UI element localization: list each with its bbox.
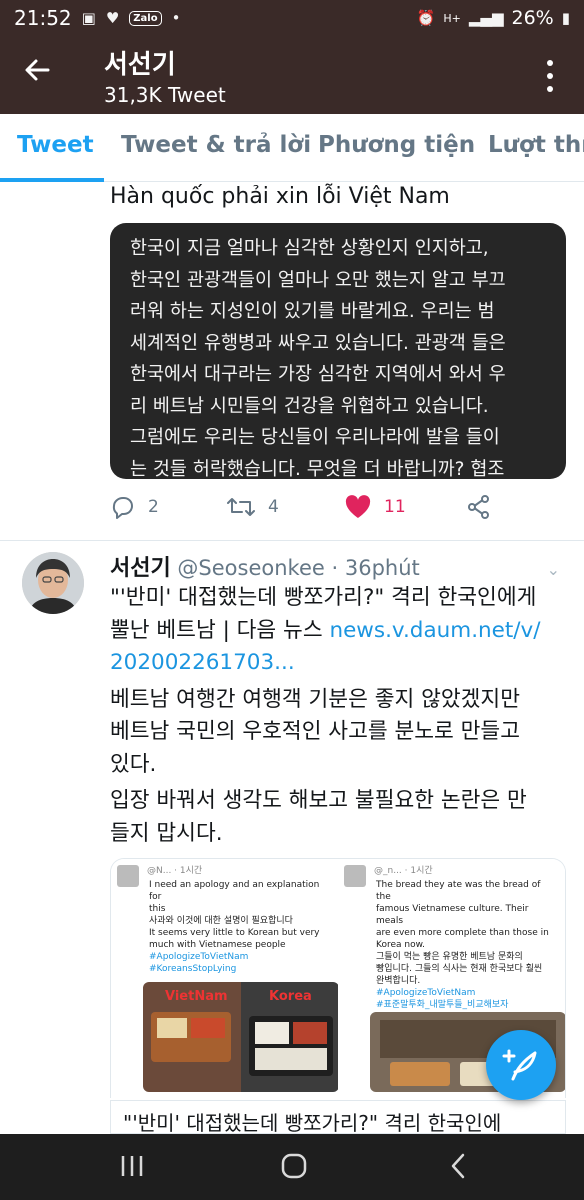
- tweet-line: 들지 맙시다.: [110, 820, 223, 846]
- share-icon: [468, 495, 489, 519]
- screenshot-line: this: [149, 904, 166, 914]
- gallery-icon: ▣: [81, 9, 96, 27]
- active-tab-indicator: [0, 178, 104, 182]
- chevron-down-icon[interactable]: ⌄: [547, 560, 560, 579]
- screenshot-line: are even more complete than those in: [376, 928, 549, 938]
- more-options-icon[interactable]: [540, 56, 560, 96]
- screenshot-line: much with Vietnamese people: [149, 940, 286, 950]
- screenshot-line: Korea now.: [376, 940, 425, 950]
- like-count: 11: [384, 497, 406, 517]
- hashtag: #표준말투화_내말투들_비교해보자: [376, 1000, 509, 1010]
- screenshot-header: @N... · 1시간: [147, 866, 203, 876]
- quote-line: 러워 하는 지성인이 있기를 바랄게요. 우리는 범: [130, 301, 495, 322]
- screenshot-line: The bread they ate was the bread of the: [376, 880, 541, 902]
- retweet-button[interactable]: 4: [226, 494, 279, 520]
- hashtag: #ApologizeToVietNam: [376, 988, 476, 998]
- tweet-actions: 2 4 11: [110, 494, 570, 524]
- heart-filled-icon: [345, 495, 371, 518]
- like-button[interactable]: 11: [344, 494, 406, 520]
- tab-likes[interactable]: Lượt thích: [488, 132, 584, 158]
- tweet-count: 31,3K Tweet: [104, 83, 226, 107]
- quote-line: 세계적인 유행병과 싸우고 있습니다. 관광객 들은: [130, 332, 506, 354]
- screenshot-line: 빵입니다. 그들의 식사는 현재 한국보다 훨씬: [376, 964, 543, 974]
- tweet-divider: [0, 540, 584, 541]
- retweet-count: 4: [268, 497, 279, 517]
- tweet-time: 36phút: [344, 556, 420, 580]
- hashtag: #ApologizeToVietNam: [149, 952, 249, 962]
- tweet-line: 있다.: [110, 751, 157, 777]
- tweet-header: 서선기 @Seoseonkee · 36phút: [110, 550, 420, 582]
- screenshot-line: I need an apology and an explanation for: [149, 880, 320, 902]
- tweet-line: 뿔난 베트남 | 다음 뉴스: [110, 617, 330, 643]
- compose-tweet-button[interactable]: [486, 1030, 556, 1100]
- tweet-line: 베트남 국민의 우호적인 사고를 분노로 만들고: [110, 719, 520, 744]
- handle[interactable]: @Seoseonkee: [177, 556, 324, 580]
- battery-level: 26%: [511, 7, 554, 29]
- food-comparison-image: VietNam Korea: [143, 982, 339, 1092]
- display-name[interactable]: 서선기: [110, 556, 171, 581]
- reply-count: 2: [148, 497, 159, 517]
- quote-line: 한국이 지금 얼마나 심각한 상황인지 인지하고,: [130, 238, 489, 259]
- reply-icon: [112, 497, 133, 519]
- screenshot-header: @_n... · 1시간: [374, 866, 433, 876]
- screenshot-line: 사과와 이것에 대한 설명이 필요합니다: [149, 916, 293, 926]
- tweet-line: "'반미' 대접했는데 빵쪼가리?" 격리 한국인에게: [110, 585, 537, 610]
- network-type: H+: [443, 11, 461, 25]
- screenshot-avatar: [117, 865, 139, 887]
- share-button[interactable]: [466, 494, 492, 520]
- tweet-line: 입장 바꿔서 생각도 해보고 불필요한 논란은 만: [110, 788, 527, 813]
- back-nav-icon[interactable]: [448, 1152, 468, 1184]
- reply-button[interactable]: 2: [110, 494, 159, 520]
- quote-line: 한국에서 대구라는 가장 심각한 지역에서 와서 우: [130, 364, 506, 385]
- tweet-link-continued[interactable]: 202002261703...: [110, 650, 295, 675]
- back-arrow-icon[interactable]: [22, 54, 62, 94]
- feather-plus-icon: [502, 1049, 537, 1081]
- image-label-vietnam: VietNam: [165, 989, 228, 1004]
- profile-tabs: Tweet Tweet & trả lời Phương tiện Lượt t…: [0, 114, 584, 182]
- tweet-line: 베트남 여행간 여행객 기분은 좋지 않았겠지만: [110, 686, 520, 712]
- status-time: 21:52: [14, 6, 72, 30]
- quote-line: 리 베트남 시민들의 건강을 위협하고 있습니다.: [130, 395, 489, 417]
- recent-apps-icon[interactable]: [120, 1152, 144, 1184]
- signal-icon: ▂▄▆: [468, 9, 504, 27]
- zalo-icon: Zalo: [129, 10, 162, 26]
- system-navigation-bar: [0, 1134, 584, 1200]
- profile-header: 서선기 31,3K Tweet: [0, 36, 584, 114]
- battery-icon: ▮: [561, 9, 570, 27]
- quoted-image-text[interactable]: 한국이 지금 얼마나 심각한 상황인지 인지하고, 한국인 관광객들이 얼마나 …: [110, 223, 566, 479]
- alarm-icon: ⏰: [416, 9, 436, 27]
- home-icon[interactable]: [280, 1152, 308, 1184]
- tab-tweets-and-replies[interactable]: Tweet & trả lời: [121, 132, 311, 158]
- dot-icon: •: [171, 9, 181, 27]
- separator-dot: ·: [331, 556, 339, 580]
- tab-media[interactable]: Phương tiện: [318, 132, 475, 158]
- avatar[interactable]: [22, 552, 84, 614]
- tweet-link[interactable]: news.v.daum.net/v/: [329, 618, 540, 643]
- quote-line: 는 것들 허락했습니다. 무엇을 더 바랍니까? 협조: [130, 458, 505, 480]
- screenshot-line: famous Vietnamese culture. Their meals: [376, 904, 529, 926]
- tab-tweets[interactable]: Tweet: [17, 132, 94, 158]
- link-card-title[interactable]: "'반미' 대접했는데 빵쪼가리?" 격리 한국인에: [110, 1100, 566, 1134]
- hashtag: #KoreansStopLying: [149, 964, 237, 974]
- screenshot-avatar: [344, 865, 366, 887]
- media-screenshot-left[interactable]: @N... · 1시간 I need an apology and an exp…: [111, 859, 339, 1098]
- profile-name: 서선기: [104, 50, 176, 80]
- tweet-body: "'반미' 대접했는데 빵쪼가리?" 격리 한국인에게 뿔난 베트남 | 다음 …: [110, 582, 566, 854]
- image-label-korea: Korea: [269, 989, 312, 1004]
- quote-line: 그럼에도 우리는 당신들이 우리나라에 발을 들이: [130, 427, 500, 448]
- quote-line: 한국인 관광객들이 얼마나 오만 했는지 알고 부끄: [130, 269, 506, 291]
- screenshot-line: It seems very little to Korean but very: [149, 928, 320, 938]
- tweet-text: Hàn quốc phải xin lỗi Việt Nam: [110, 184, 450, 209]
- screenshot-line: 완벽합니다.: [376, 976, 421, 986]
- screenshot-line: 그들이 먹는 빵은 유명한 베트남 문화의: [376, 952, 523, 962]
- status-bar: 21:52 ▣ ♥ Zalo • ⏰ H+ ▂▄▆ 26% ▮: [0, 0, 584, 36]
- heart-notification-icon: ♥: [105, 9, 120, 27]
- retweet-icon: [227, 498, 255, 516]
